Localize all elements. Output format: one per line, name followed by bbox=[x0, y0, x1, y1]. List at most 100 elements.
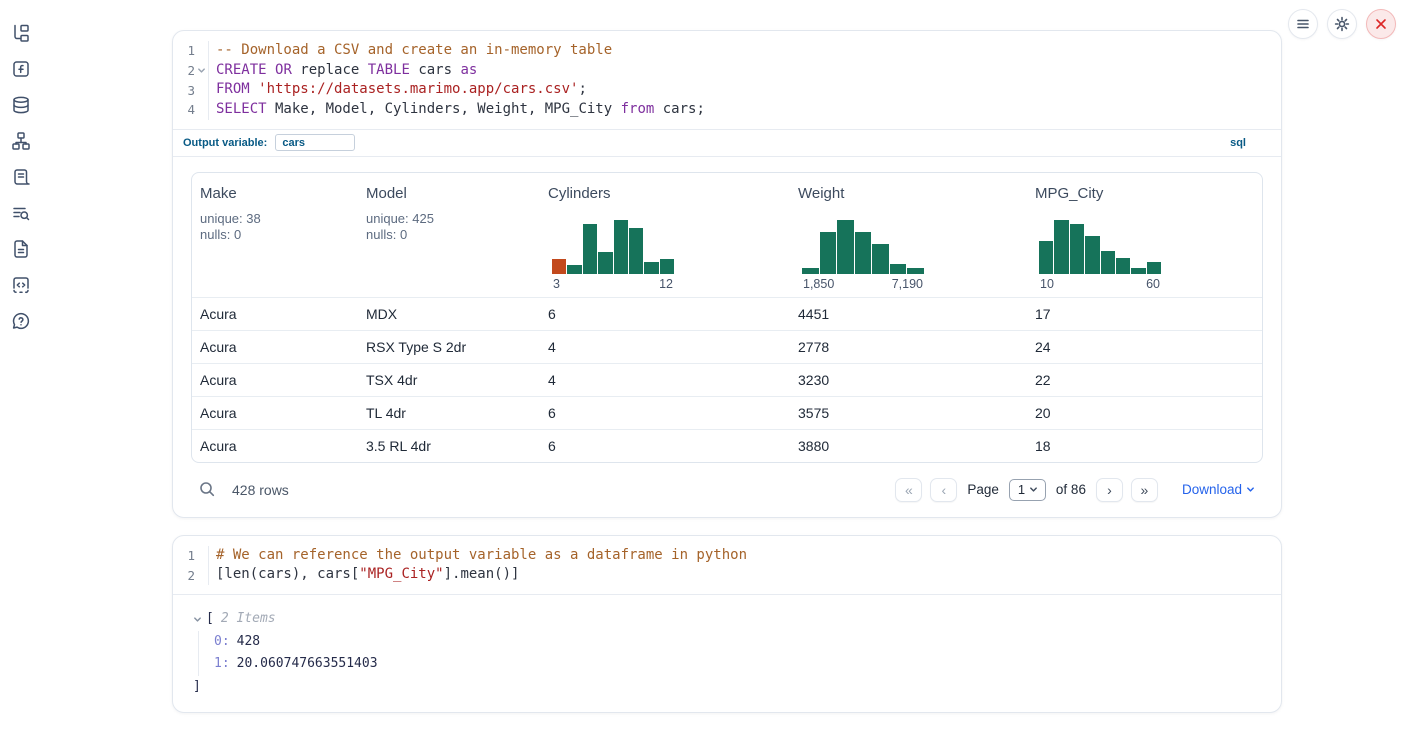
column-header-model: Model unique: 425nulls: 0 bbox=[358, 173, 540, 297]
documentation-icon[interactable] bbox=[10, 238, 32, 260]
python-cell: 12 # We can reference the output variabl… bbox=[172, 535, 1282, 713]
histogram-bar bbox=[1070, 224, 1084, 274]
code-token: TABLE bbox=[368, 62, 410, 78]
variables-icon[interactable] bbox=[10, 58, 32, 80]
pagination: « ‹ Page 1 of 86 › » Download bbox=[895, 478, 1255, 502]
column-name: Weight bbox=[798, 185, 1019, 202]
table-cell: Acura bbox=[192, 298, 358, 330]
histogram-bar bbox=[837, 220, 854, 274]
logs-icon[interactable] bbox=[10, 166, 32, 188]
histogram-bar bbox=[1116, 258, 1130, 274]
tree-entry-key: 0: bbox=[214, 634, 230, 649]
snippets-icon[interactable] bbox=[10, 274, 32, 296]
help-icon[interactable] bbox=[10, 310, 32, 332]
code-token bbox=[250, 81, 258, 97]
column-header-make: Makeunique: 38nulls: 0 bbox=[192, 173, 358, 297]
fold-chevron-icon[interactable] bbox=[195, 66, 208, 75]
next-page-button[interactable]: › bbox=[1096, 478, 1123, 502]
menu-icon bbox=[1296, 17, 1310, 31]
histogram-axis-labels: 1,8507,190 bbox=[802, 277, 924, 293]
histogram-bar bbox=[552, 259, 566, 274]
table-row: AcuraRSX Type S 2dr4277824 bbox=[192, 330, 1262, 363]
histogram-axis-labels: 1060 bbox=[1039, 277, 1161, 293]
python-code-editor[interactable]: 12 # We can reference the output variabl… bbox=[173, 536, 1281, 594]
sql-code-editor[interactable]: 1234 -- Download a CSV and create an in-… bbox=[173, 31, 1281, 129]
gear-icon bbox=[1334, 16, 1350, 32]
first-page-button[interactable]: « bbox=[895, 478, 922, 502]
histogram-bars bbox=[552, 220, 674, 274]
code-token: FROM bbox=[216, 81, 250, 97]
column-stats: unique: 425nulls: 0 bbox=[366, 211, 532, 244]
output-variable-input[interactable] bbox=[275, 134, 355, 151]
close-icon bbox=[1375, 18, 1387, 30]
histogram-bar bbox=[1054, 220, 1068, 274]
result-tree: [ 2 Items 0:4281:20.060747663551403 ] bbox=[173, 595, 1281, 712]
histogram: 1060 bbox=[1039, 220, 1161, 293]
column-header-cylinders: Cylinders312 bbox=[540, 173, 790, 297]
histogram-bar bbox=[629, 228, 643, 274]
table-body: AcuraMDX6445117AcuraRSX Type S 2dr427782… bbox=[192, 297, 1262, 462]
histogram-bar bbox=[820, 232, 837, 274]
histogram-bars bbox=[1039, 220, 1161, 274]
code-line: # We can reference the output variable a… bbox=[216, 546, 747, 566]
table-cell: 4 bbox=[540, 331, 790, 363]
code-token: Make, Model, Cylinders, Weight, MPG_City bbox=[267, 101, 621, 117]
table-cell: 24 bbox=[1027, 331, 1262, 363]
code-token bbox=[267, 62, 275, 78]
helper-panel-sidebar bbox=[10, 22, 32, 332]
outline-search-icon[interactable] bbox=[10, 202, 32, 224]
column-stat: nulls: 0 bbox=[200, 227, 350, 244]
tree-entry-value: 428 bbox=[237, 634, 260, 649]
shutdown-button[interactable] bbox=[1366, 9, 1396, 39]
table-cell: 6 bbox=[540, 430, 790, 462]
table-cell: 3575 bbox=[790, 397, 1027, 429]
file-explorer-icon[interactable] bbox=[10, 22, 32, 44]
dependency-graph-icon[interactable] bbox=[10, 130, 32, 152]
prev-page-button[interactable]: ‹ bbox=[930, 478, 957, 502]
table-cell: Acura bbox=[192, 430, 358, 462]
table-row: AcuraTSX 4dr4323022 bbox=[192, 363, 1262, 396]
code-lines: # We can reference the output variable a… bbox=[209, 546, 747, 585]
close-bracket: ] bbox=[193, 676, 1281, 699]
menu-button[interactable] bbox=[1288, 9, 1318, 39]
line-number: 2 bbox=[179, 63, 195, 78]
sql-options-bar: Output variable: sql bbox=[173, 129, 1281, 156]
table-cell: 3.5 RL 4dr bbox=[358, 430, 540, 462]
histogram-bars bbox=[802, 220, 924, 274]
page-select-value: 1 bbox=[1018, 482, 1025, 497]
column-stat: nulls: 0 bbox=[366, 227, 532, 244]
code-token: from bbox=[621, 101, 655, 117]
histogram-max-label: 7,190 bbox=[892, 277, 923, 293]
histogram-bar bbox=[567, 265, 581, 274]
code-token: as bbox=[460, 62, 477, 78]
page-total-label: of 86 bbox=[1056, 482, 1086, 497]
histogram: 1,8507,190 bbox=[802, 220, 924, 293]
page-label: Page bbox=[967, 482, 999, 497]
data-sources-icon[interactable] bbox=[10, 94, 32, 116]
last-page-button[interactable]: » bbox=[1131, 478, 1158, 502]
download-button[interactable]: Download bbox=[1182, 482, 1255, 497]
output-variable-label: Output variable: bbox=[183, 137, 267, 149]
page-select[interactable]: 1 bbox=[1009, 479, 1046, 501]
column-name: Model bbox=[366, 185, 532, 202]
table-cell: Acura bbox=[192, 364, 358, 396]
histogram-bar bbox=[614, 220, 628, 274]
histogram-min-label: 10 bbox=[1040, 277, 1054, 293]
tree-entries: 0:4281:20.060747663551403 bbox=[198, 631, 1281, 676]
chevron-down-icon bbox=[1246, 485, 1255, 494]
collapse-chevron-icon[interactable] bbox=[193, 615, 202, 624]
histogram-bar bbox=[644, 262, 658, 274]
table-cell: RSX Type S 2dr bbox=[358, 331, 540, 363]
search-button[interactable] bbox=[199, 481, 216, 498]
histogram-bar bbox=[855, 232, 872, 274]
open-bracket: [ bbox=[206, 608, 214, 631]
code-lines: -- Download a CSV and create an in-memor… bbox=[209, 41, 705, 120]
search-icon bbox=[199, 481, 216, 498]
table-cell: 20 bbox=[1027, 397, 1262, 429]
table-cell: 2778 bbox=[790, 331, 1027, 363]
histogram-bar bbox=[802, 268, 819, 274]
code-line: FROM 'https://datasets.marimo.app/cars.c… bbox=[216, 80, 705, 100]
settings-button[interactable] bbox=[1327, 9, 1357, 39]
line-number: 2 bbox=[179, 568, 195, 583]
table-cell: Acura bbox=[192, 331, 358, 363]
